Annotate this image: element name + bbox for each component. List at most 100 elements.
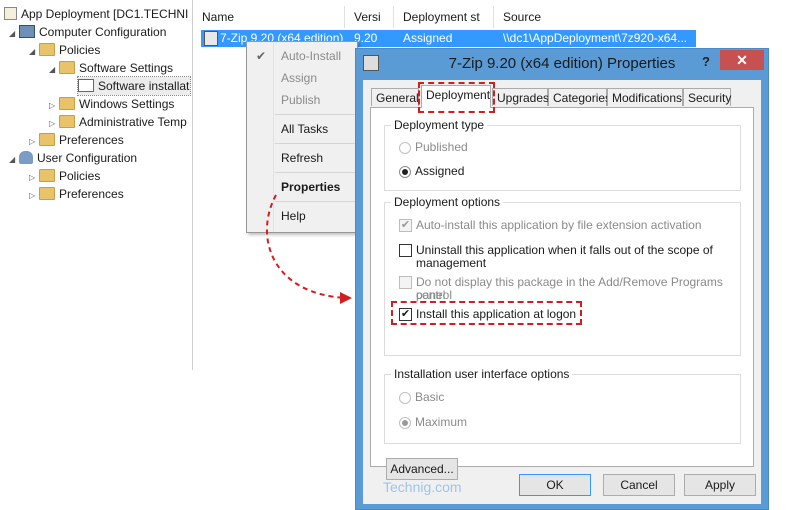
assigned-label: Assigned bbox=[415, 164, 465, 178]
auto-install-label: Auto-install this application by file ex… bbox=[416, 218, 702, 232]
folder-icon bbox=[59, 115, 75, 128]
maximum-label: Maximum bbox=[415, 415, 468, 429]
menu-separator bbox=[275, 172, 355, 173]
annotation-arrow-path bbox=[266, 194, 349, 299]
dialog-body: General Deployment Upgrades Categories M… bbox=[363, 80, 761, 504]
tab-security[interactable]: Security bbox=[683, 88, 731, 106]
tree-node-user-configuration[interactable]: ◢ User Configuration bbox=[9, 149, 137, 167]
expand-icon[interactable]: ▷ bbox=[29, 169, 39, 185]
auto-install-checkbox[interactable]: ✔ bbox=[399, 219, 412, 232]
expand-icon[interactable]: ▷ bbox=[29, 133, 39, 149]
folder-icon bbox=[39, 133, 55, 146]
highlight-deployment-tab bbox=[418, 82, 495, 113]
folder-icon bbox=[39, 43, 55, 56]
deployment-type-group: Deployment type Published Assigned bbox=[384, 118, 741, 191]
menu-separator bbox=[275, 114, 355, 115]
tree-node-windows-settings[interactable]: ▷ Windows Settings bbox=[49, 95, 174, 113]
folder-icon bbox=[59, 61, 75, 74]
column-header-source[interactable]: Source bbox=[494, 6, 694, 28]
menu-item-publish[interactable]: Publish bbox=[247, 89, 357, 111]
menu-label: Refresh bbox=[281, 151, 324, 165]
package-icon bbox=[204, 31, 218, 46]
tree-label: Preferences bbox=[59, 187, 124, 201]
tab-upgrades[interactable]: Upgrades bbox=[492, 88, 549, 106]
policy-icon bbox=[4, 7, 17, 20]
published-label: Published bbox=[415, 140, 468, 154]
checkmark-icon: ✔ bbox=[256, 49, 267, 63]
user-icon bbox=[19, 151, 33, 164]
menu-label: All Tasks bbox=[281, 122, 329, 136]
expand-icon[interactable]: ▷ bbox=[49, 97, 59, 113]
published-radio[interactable] bbox=[399, 142, 411, 154]
menu-item-assign[interactable]: Assign bbox=[247, 67, 357, 89]
row-state: Assigned bbox=[403, 31, 453, 45]
tree-node-computer-configuration[interactable]: ◢ Computer Configuration bbox=[9, 23, 166, 41]
tree-node-software-installation[interactable]: Software installat bbox=[77, 76, 191, 96]
hide-add-remove-checkbox[interactable] bbox=[399, 276, 412, 289]
menu-label: Auto-Install bbox=[281, 49, 342, 63]
tree-label: Administrative Temp bbox=[79, 115, 187, 129]
ok-button[interactable]: OK bbox=[519, 474, 591, 496]
deployment-options-group: Deployment options ✔ Auto-install this a… bbox=[384, 195, 741, 356]
folder-icon bbox=[59, 97, 75, 110]
column-header-name[interactable]: Name bbox=[193, 6, 345, 28]
tree-node-policies[interactable]: ◢ Policies bbox=[29, 41, 100, 59]
annotation-arrow bbox=[266, 194, 352, 304]
tree-node-software-settings[interactable]: ◢ Software Settings bbox=[49, 59, 173, 77]
tree-node-preferences[interactable]: ▷ Preferences bbox=[29, 131, 124, 149]
group-title: Deployment type bbox=[391, 118, 488, 132]
tree-label: Policies bbox=[59, 43, 101, 57]
group-title: Installation user interface options bbox=[391, 367, 573, 381]
tree-label: Policies bbox=[59, 169, 101, 183]
close-button[interactable]: ✕ bbox=[720, 50, 764, 70]
expand-icon[interactable]: ▷ bbox=[49, 115, 59, 131]
group-title: Deployment options bbox=[391, 195, 504, 209]
tree-node-root[interactable]: App Deployment [DC1.TECHNI bbox=[4, 5, 188, 23]
tree-node-user-preferences[interactable]: ▷ Preferences bbox=[29, 185, 124, 203]
tab-categories[interactable]: Categories bbox=[548, 88, 611, 106]
advanced-button[interactable]: Advanced... bbox=[386, 458, 458, 480]
tree-node-administrative-templates[interactable]: ▷ Administrative Temp bbox=[49, 113, 192, 131]
computer-icon bbox=[19, 25, 35, 38]
tab-general[interactable]: General bbox=[371, 88, 419, 106]
tree-label: Software installat bbox=[98, 79, 190, 93]
highlight-install-at-logon bbox=[391, 301, 582, 325]
collapse-icon[interactable]: ◢ bbox=[9, 151, 19, 167]
basic-radio[interactable] bbox=[399, 392, 411, 404]
menu-label: Assign bbox=[281, 71, 318, 85]
annotation-arrow-head bbox=[340, 292, 352, 304]
maximum-radio[interactable] bbox=[399, 417, 411, 429]
watermark-text: Technig.com bbox=[383, 479, 462, 495]
tree-label: Windows Settings bbox=[79, 97, 175, 111]
column-header-deployment-state[interactable]: Deployment st bbox=[394, 6, 494, 28]
basic-label: Basic bbox=[415, 390, 445, 404]
menu-item-auto-install[interactable]: ✔ Auto-Install bbox=[247, 45, 357, 67]
properties-dialog: 7-Zip 9.20 (x64 edition) Properties ? ✕ … bbox=[355, 48, 769, 510]
deployment-tab-panel: Deployment type Published Assigned Deplo… bbox=[370, 107, 754, 480]
list-header: Name Versi Deployment st Source bbox=[193, 6, 791, 28]
hide-add-remove-label-line1: Do not display this package in the Add/R… bbox=[416, 275, 723, 302]
collapse-icon[interactable]: ◢ bbox=[9, 25, 19, 41]
help-button[interactable]: ? bbox=[696, 53, 716, 71]
tab-modifications[interactable]: Modifications bbox=[607, 88, 683, 106]
software-installation-icon bbox=[78, 79, 94, 92]
menu-label: Publish bbox=[281, 93, 321, 107]
menu-item-all-tasks[interactable]: All Tasks bbox=[247, 118, 357, 140]
tree-node-user-policies[interactable]: ▷ Policies bbox=[29, 167, 100, 185]
installation-ui-options-group: Installation user interface options Basi… bbox=[384, 367, 741, 444]
apply-button[interactable]: Apply bbox=[684, 474, 756, 496]
tree-label: Preferences bbox=[59, 133, 124, 147]
menu-item-refresh[interactable]: Refresh bbox=[247, 147, 357, 169]
expand-icon[interactable]: ▷ bbox=[29, 187, 39, 203]
console-tree: App Deployment [DC1.TECHNI ◢ Computer Con… bbox=[0, 0, 193, 370]
cancel-button[interactable]: Cancel bbox=[603, 474, 675, 496]
collapse-icon[interactable]: ◢ bbox=[49, 61, 59, 77]
tree-label: User Configuration bbox=[37, 151, 138, 165]
row-source: \\dc1\AppDeployment\7z920-x64... bbox=[503, 31, 688, 45]
column-header-version[interactable]: Versi bbox=[345, 6, 394, 28]
uninstall-label-line2: management bbox=[416, 256, 487, 270]
collapse-icon[interactable]: ◢ bbox=[29, 43, 39, 59]
assigned-radio[interactable] bbox=[399, 166, 411, 178]
uninstall-out-of-scope-checkbox[interactable] bbox=[399, 244, 412, 257]
folder-icon bbox=[39, 187, 55, 200]
